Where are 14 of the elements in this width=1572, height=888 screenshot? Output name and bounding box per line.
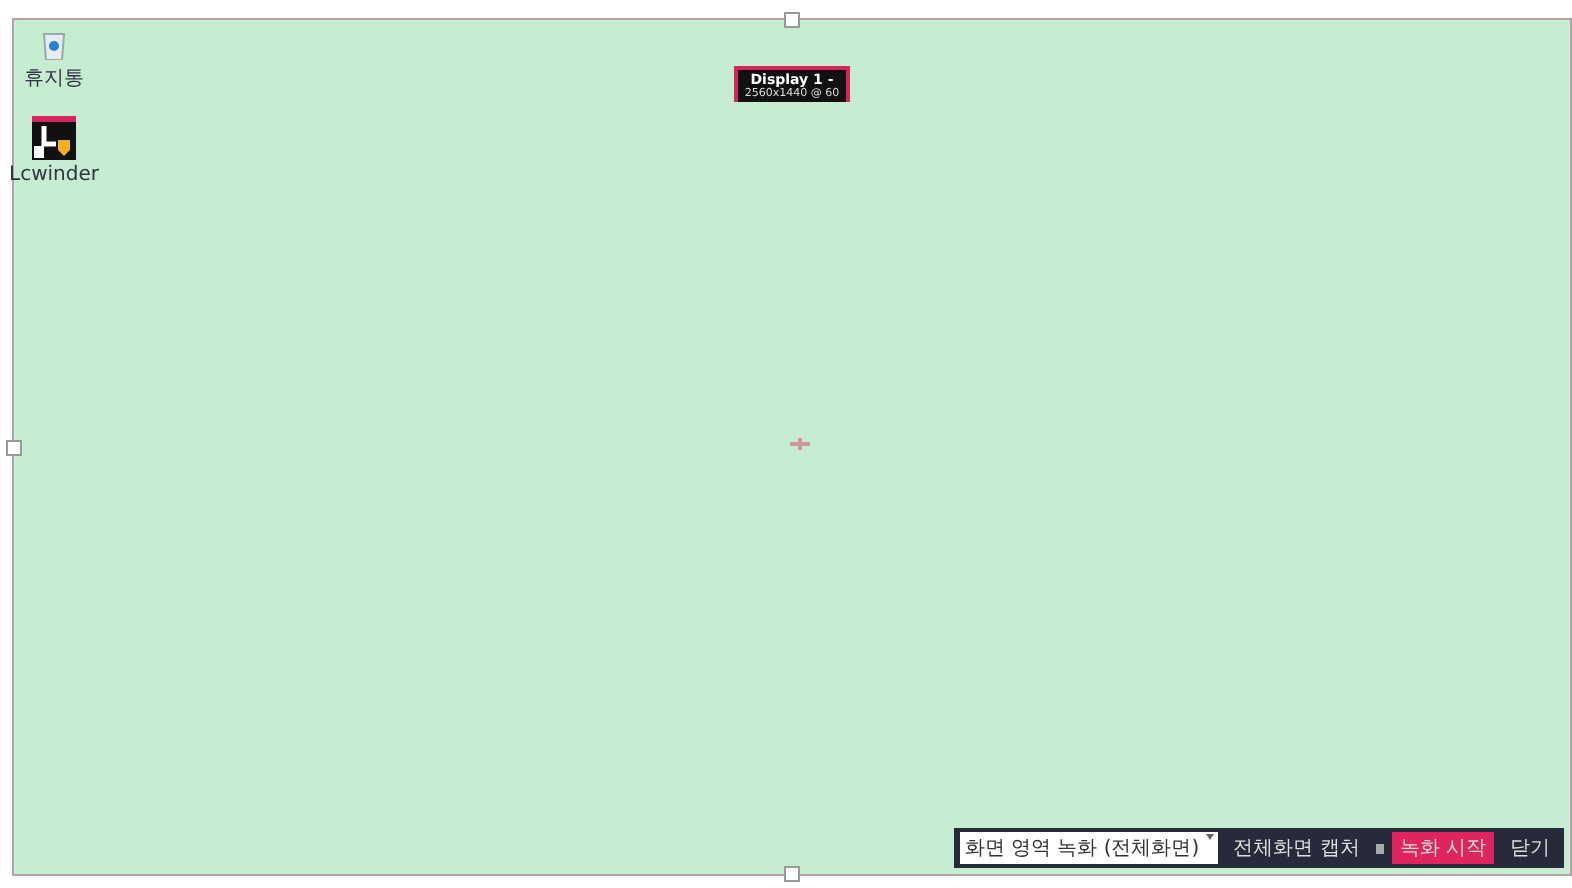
icon-label: Lcwinder <box>9 164 99 186</box>
icon-label: 휴지통 <box>24 66 84 92</box>
resize-handle[interactable] <box>784 866 800 882</box>
caret-icon <box>1205 834 1214 840</box>
capture-button[interactable]: 전체화면 캡처 <box>1225 832 1368 864</box>
close-button[interactable]: 닫기 <box>1502 832 1558 864</box>
desktop-icon[interactable]: 휴지통 <box>24 28 84 92</box>
move-icon[interactable] <box>790 436 810 452</box>
mode-dropdown[interactable]: 화면 영역 녹화 (전체화면) <box>960 832 1218 864</box>
app-icon <box>32 116 76 160</box>
resize-handle[interactable] <box>6 439 22 455</box>
resize-handle[interactable] <box>784 12 800 28</box>
trash-bin-icon <box>40 28 68 60</box>
desktop-icon[interactable]: Lcwinder <box>9 116 99 186</box>
